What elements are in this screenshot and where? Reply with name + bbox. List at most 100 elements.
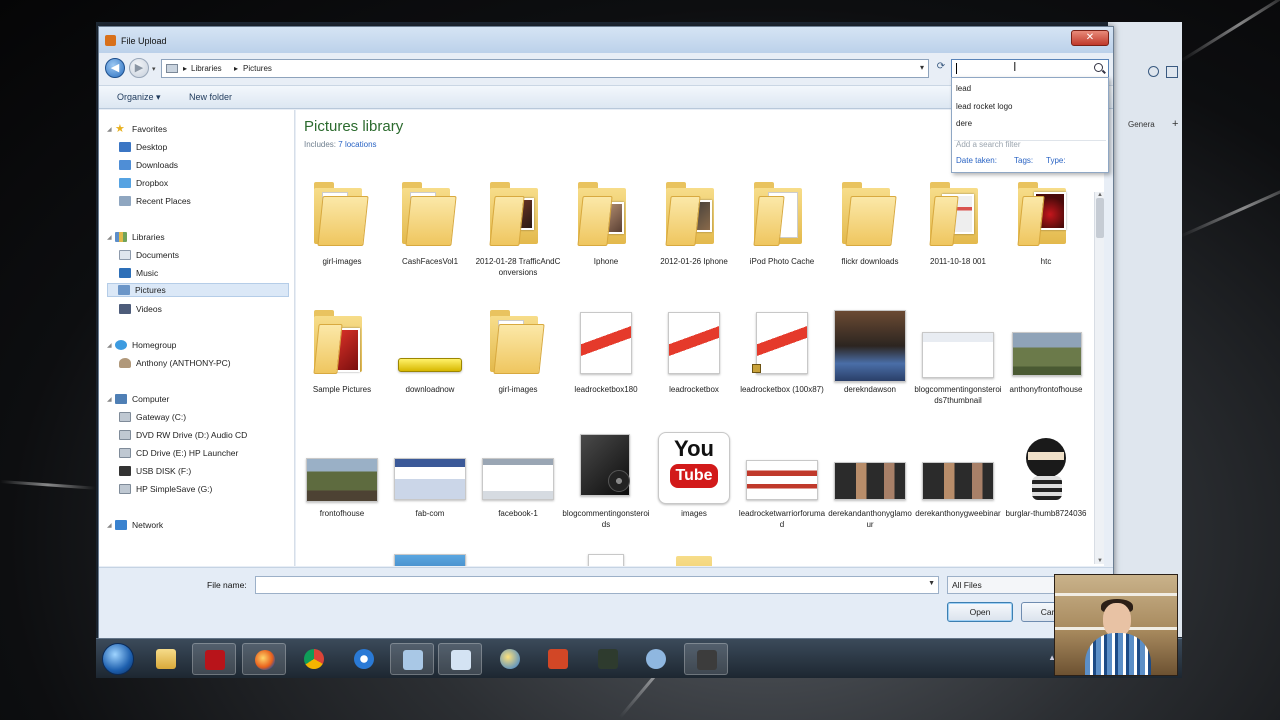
vertical-scrollbar[interactable]: ▲ ▼ bbox=[1094, 192, 1104, 564]
folder-item[interactable]: htc bbox=[1002, 178, 1090, 267]
breadcrumb-separator-icon[interactable]: ▸ bbox=[183, 64, 187, 73]
folder-item[interactable]: girl-images bbox=[298, 178, 386, 267]
image-item[interactable]: leadrocketbox (100x87) bbox=[738, 306, 826, 395]
image-item[interactable]: You Tube images bbox=[650, 430, 738, 519]
image-item[interactable]: derekandanthonyglamour bbox=[826, 430, 914, 530]
search-icon[interactable] bbox=[1094, 63, 1103, 72]
image-item[interactable]: blogcommentingonsteroids7thumbnail bbox=[914, 306, 1002, 406]
scroll-down-icon[interactable]: ▼ bbox=[1096, 558, 1104, 564]
taskbar-app[interactable] bbox=[390, 643, 434, 675]
image-item[interactable] bbox=[826, 550, 914, 566]
close-button[interactable]: ✕ bbox=[1071, 30, 1109, 46]
suggestion-item[interactable]: dere bbox=[956, 119, 972, 128]
image-item[interactable] bbox=[562, 550, 650, 566]
locations-link[interactable]: 7 locations bbox=[338, 140, 376, 149]
image-item[interactable]: derekndawson bbox=[826, 306, 914, 395]
nav-drive-c[interactable]: Gateway (C:) bbox=[119, 410, 186, 424]
nav-music[interactable]: Music bbox=[119, 266, 158, 280]
address-bar[interactable]: ▸ Libraries ▸ Pictures ▾ bbox=[161, 59, 929, 78]
folder-item[interactable]: Sample Pictures bbox=[298, 306, 386, 395]
nav-dropbox[interactable]: Dropbox bbox=[119, 176, 168, 190]
breadcrumb-libraries[interactable]: Libraries bbox=[191, 64, 222, 73]
nav-drive-e[interactable]: CD Drive (E:) HP Launcher bbox=[119, 446, 238, 460]
nav-network[interactable]: ◢ Network bbox=[107, 518, 163, 532]
taskbar-app[interactable] bbox=[634, 643, 678, 675]
nav-recent-places[interactable]: Recent Places bbox=[119, 194, 191, 208]
nav-drive-g[interactable]: HP SimpleSave (G:) bbox=[119, 482, 212, 496]
image-item[interactable] bbox=[474, 550, 562, 566]
file-type-select[interactable]: All Files bbox=[947, 576, 1057, 594]
browser-tab[interactable]: Genera bbox=[1128, 120, 1155, 129]
image-item[interactable]: downloadnow bbox=[386, 306, 474, 395]
folder-item[interactable]: CashFacesVol1 bbox=[386, 178, 474, 267]
nav-favorites[interactable]: ◢ ★ Favorites bbox=[107, 122, 167, 136]
nav-pictures[interactable]: Pictures bbox=[107, 283, 289, 297]
expand-icon[interactable]: ◢ bbox=[107, 342, 115, 349]
image-item[interactable]: leadrocketbox180 bbox=[562, 306, 650, 395]
nav-drive-d[interactable]: DVD RW Drive (D:) Audio CD bbox=[119, 428, 247, 442]
filter-date-taken[interactable]: Date taken: bbox=[956, 156, 997, 165]
suggestion-item[interactable]: lead rocket logo bbox=[956, 102, 1012, 111]
scroll-thumb[interactable] bbox=[1096, 198, 1104, 238]
image-item[interactable]: facebook-1 bbox=[474, 430, 562, 519]
breadcrumb-separator-icon[interactable]: ▸ bbox=[234, 64, 238, 73]
nav-libraries[interactable]: ◢ Libraries bbox=[107, 230, 165, 244]
taskbar-internet-explorer[interactable] bbox=[342, 643, 386, 675]
breadcrumb-pictures[interactable]: Pictures bbox=[243, 64, 272, 73]
nav-drive-f[interactable]: USB DISK (F:) bbox=[119, 464, 191, 478]
folder-item[interactable]: 2012-01-26 Iphone bbox=[650, 178, 738, 267]
search-icon[interactable] bbox=[1148, 66, 1159, 77]
taskbar-chrome[interactable] bbox=[292, 643, 336, 675]
folder-item[interactable] bbox=[650, 550, 738, 566]
nav-anthony-pc[interactable]: Anthony (ANTHONY-PC) bbox=[119, 356, 231, 370]
nav-computer[interactable]: ◢ Computer bbox=[107, 392, 169, 406]
nav-downloads[interactable]: Downloads bbox=[119, 158, 178, 172]
image-item[interactable]: fab-com bbox=[386, 430, 474, 519]
filter-type[interactable]: Type: bbox=[1046, 156, 1066, 165]
chevron-down-icon[interactable]: ▼ bbox=[928, 580, 935, 587]
folder-item[interactable]: Iphone bbox=[562, 178, 650, 267]
refresh-icon[interactable]: ⟳ bbox=[933, 61, 949, 77]
taskbar-app[interactable] bbox=[488, 643, 532, 675]
expand-icon[interactable]: ◢ bbox=[107, 396, 115, 403]
nav-desktop[interactable]: Desktop bbox=[119, 140, 167, 154]
folder-item[interactable]: flickr downloads bbox=[826, 178, 914, 267]
nav-documents[interactable]: Documents bbox=[119, 248, 179, 262]
file-name-input[interactable]: ▼ bbox=[255, 576, 939, 594]
taskbar-app[interactable] bbox=[438, 643, 482, 675]
back-button[interactable]: ◀ bbox=[105, 58, 125, 78]
home-icon[interactable] bbox=[1166, 66, 1178, 78]
taskbar-filezilla[interactable] bbox=[192, 643, 236, 675]
start-button[interactable] bbox=[102, 643, 134, 675]
image-item[interactable]: blogcommentingonsteroids bbox=[562, 430, 650, 530]
image-item[interactable]: burglar-thumb8724036 bbox=[1002, 430, 1090, 519]
image-item[interactable]: frontofhouse bbox=[298, 430, 386, 519]
organize-button[interactable]: Organize ▾ bbox=[117, 92, 161, 103]
open-button[interactable]: Open bbox=[947, 602, 1013, 622]
taskbar-explorer[interactable] bbox=[144, 643, 188, 675]
image-item[interactable]: leadrocketbox bbox=[650, 306, 738, 395]
search-input[interactable] bbox=[951, 59, 1109, 78]
new-folder-button[interactable]: New folder bbox=[189, 92, 232, 102]
taskbar-camtasia[interactable] bbox=[586, 643, 630, 675]
filter-tags[interactable]: Tags: bbox=[1014, 156, 1033, 165]
expand-icon[interactable]: ◢ bbox=[107, 126, 115, 133]
taskbar-app[interactable] bbox=[684, 643, 728, 675]
taskbar-firefox[interactable] bbox=[242, 643, 286, 675]
image-item[interactable] bbox=[386, 550, 474, 566]
suggestion-item[interactable]: lead bbox=[956, 84, 971, 93]
title-bar[interactable]: File Upload ✕ bbox=[99, 27, 1113, 53]
image-item[interactable]: derekanthonygweebinar bbox=[914, 430, 1002, 519]
folder-item[interactable]: iPod Photo Cache bbox=[738, 178, 826, 267]
folder-item[interactable]: 2011-10-18 001 bbox=[914, 178, 1002, 267]
folder-item[interactable]: 2012-01-28 TrafficAndConversions bbox=[474, 178, 562, 278]
image-item[interactable]: leadrocketwarriorforumad bbox=[738, 430, 826, 530]
new-tab-button[interactable]: + bbox=[1172, 118, 1178, 130]
folder-item[interactable]: girl-images bbox=[474, 306, 562, 395]
nav-videos[interactable]: Videos bbox=[119, 302, 162, 316]
expand-icon[interactable]: ◢ bbox=[107, 522, 115, 529]
nav-homegroup[interactable]: ◢ Homegroup bbox=[107, 338, 176, 352]
taskbar-powerpoint[interactable] bbox=[536, 643, 580, 675]
chevron-down-icon[interactable]: ▾ bbox=[920, 63, 924, 72]
forward-button[interactable]: ▶ bbox=[129, 58, 149, 78]
